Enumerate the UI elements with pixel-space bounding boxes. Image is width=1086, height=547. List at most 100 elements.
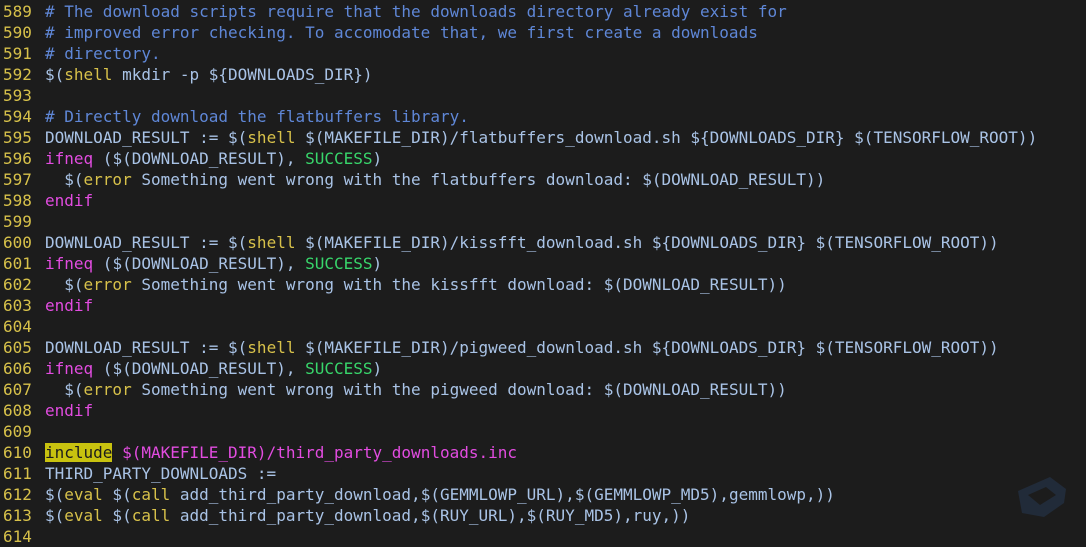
- line-content: $(shell mkdir -p ${DOWNLOADS_DIR}): [43, 65, 373, 84]
- line-number: 606: [3, 359, 32, 378]
- line-number: 590: [3, 23, 32, 42]
- code-token-str: SUCCESS: [305, 254, 373, 273]
- line-content: [43, 317, 45, 336]
- line-content: [43, 527, 45, 546]
- line-number: 614: [3, 527, 32, 546]
- code-line[interactable]: 613 $(eval $(call add_third_party_downloa…: [0, 505, 1086, 526]
- code-token-fn: error: [83, 380, 132, 399]
- code-token-fn: shell: [247, 128, 296, 147]
- code-line[interactable]: 598 endif: [0, 190, 1086, 211]
- line-number: 599: [3, 212, 32, 231]
- code-line[interactable]: 605 DOWNLOAD_RESULT := $(shell $(MAKEFILE…: [0, 337, 1086, 358]
- line-number: 605: [3, 338, 32, 357]
- line-number: 591: [3, 44, 32, 63]
- code-line[interactable]: 589 # The download scripts require that t…: [0, 1, 1086, 22]
- code-token-kw: endif: [45, 401, 94, 420]
- code-token-kw: endif: [45, 191, 94, 210]
- code-token-fn: eval: [64, 506, 103, 525]
- code-line[interactable]: 610 include $(MAKEFILE_DIR)/third_party_d…: [0, 442, 1086, 463]
- code-line[interactable]: 600 DOWNLOAD_RESULT := $(shell $(MAKEFILE…: [0, 232, 1086, 253]
- code-token-str: SUCCESS: [305, 149, 373, 168]
- code-line[interactable]: 591 # directory.: [0, 43, 1086, 64]
- code-token-plain: add_third_party_download,$(RUY_URL),$(RU…: [170, 506, 691, 525]
- line-content: $(eval $(call add_third_party_download,$…: [43, 506, 690, 525]
- line-number: 592: [3, 65, 32, 84]
- line-content: include $(MAKEFILE_DIR)/third_party_down…: [43, 443, 517, 462]
- line-number: 594: [3, 107, 32, 126]
- line-number: 609: [3, 422, 32, 441]
- code-token-fn: error: [83, 170, 132, 189]
- code-line[interactable]: 603 endif: [0, 295, 1086, 316]
- code-token-plain: Something went wrong with the kissfft do…: [131, 275, 787, 294]
- code-line[interactable]: 590 # improved error checking. To accomod…: [0, 22, 1086, 43]
- line-number: 603: [3, 296, 32, 315]
- code-line[interactable]: 614: [0, 526, 1086, 547]
- code-token-plain: ($(DOWNLOAD_RESULT),: [93, 254, 306, 273]
- code-line[interactable]: 608 endif: [0, 400, 1086, 421]
- line-number: 604: [3, 317, 32, 336]
- line-content: DOWNLOAD_RESULT := $(shell $(MAKEFILE_DI…: [43, 338, 999, 357]
- code-token-plain: $(: [45, 65, 65, 84]
- code-token-fn: shell: [64, 65, 113, 84]
- code-token-plain: $(MAKEFILE_DIR)/kissfft_download.sh ${DO…: [295, 233, 999, 252]
- code-line[interactable]: 597 $(error Something went wrong with th…: [0, 169, 1086, 190]
- line-content: [43, 212, 45, 231]
- code-line[interactable]: 612 $(eval $(call add_third_party_downloa…: [0, 484, 1086, 505]
- code-token-plain: ): [372, 254, 383, 273]
- code-token-comment: # The download scripts require that the …: [45, 2, 787, 21]
- code-line[interactable]: 607 $(error Something went wrong with th…: [0, 379, 1086, 400]
- code-line[interactable]: 611 THIRD_PARTY_DOWNLOADS :=: [0, 463, 1086, 484]
- line-content: # directory.: [43, 44, 161, 63]
- code-token-plain: ): [372, 359, 383, 378]
- line-number: 612: [3, 485, 32, 504]
- line-number: 602: [3, 275, 32, 294]
- code-token-plain: $(: [102, 506, 132, 525]
- code-token-kw: ifneq: [45, 254, 94, 273]
- code-token-comment: # Directly download the flatbuffers libr…: [45, 107, 469, 126]
- line-number: 601: [3, 254, 32, 273]
- code-token-plain: ($(DOWNLOAD_RESULT),: [93, 359, 306, 378]
- code-token-kw: ifneq: [45, 149, 94, 168]
- line-number: 593: [3, 86, 32, 105]
- code-token-plain: ($(DOWNLOAD_RESULT),: [93, 149, 306, 168]
- code-token-fn: error: [83, 275, 132, 294]
- line-number: 600: [3, 233, 32, 252]
- line-content: # Directly download the flatbuffers libr…: [43, 107, 469, 126]
- line-number: 595: [3, 128, 32, 147]
- code-line[interactable]: 596 ifneq ($(DOWNLOAD_RESULT), SUCCESS): [0, 148, 1086, 169]
- code-line[interactable]: 599: [0, 211, 1086, 232]
- line-content: THIRD_PARTY_DOWNLOADS :=: [43, 464, 276, 483]
- code-line[interactable]: 602 $(error Something went wrong with th…: [0, 274, 1086, 295]
- code-token-plain: $(: [102, 485, 132, 504]
- code-token-plain: DOWNLOAD_RESULT := $(: [45, 128, 248, 147]
- line-content: endif: [43, 296, 93, 315]
- code-token-plain: Something went wrong with the flatbuffer…: [131, 170, 826, 189]
- code-token-hl: include: [45, 443, 113, 462]
- code-token-fn: shell: [247, 338, 296, 357]
- code-line[interactable]: 601 ifneq ($(DOWNLOAD_RESULT), SUCCESS): [0, 253, 1086, 274]
- code-token-plain: DOWNLOAD_RESULT := $(: [45, 233, 248, 252]
- code-token-plain: THIRD_PARTY_DOWNLOADS :=: [45, 464, 277, 483]
- code-token-kw: ifneq: [45, 359, 94, 378]
- code-line[interactable]: 595 DOWNLOAD_RESULT := $(shell $(MAKEFILE…: [0, 127, 1086, 148]
- code-token-plain: Something went wrong with the pigweed do…: [131, 380, 787, 399]
- line-number: 613: [3, 506, 32, 525]
- line-content: ifneq ($(DOWNLOAD_RESULT), SUCCESS): [43, 359, 382, 378]
- code-line[interactable]: 609: [0, 421, 1086, 442]
- code-token-plain: $(: [45, 380, 84, 399]
- code-line[interactable]: 606 ifneq ($(DOWNLOAD_RESULT), SUCCESS): [0, 358, 1086, 379]
- code-line[interactable]: 592 $(shell mkdir -p ${DOWNLOADS_DIR}): [0, 64, 1086, 85]
- line-content: endif: [43, 401, 93, 420]
- code-token-kw: $(MAKEFILE_DIR)/third_party_downloads.in…: [112, 443, 518, 462]
- code-token-plain: $(MAKEFILE_DIR)/flatbuffers_download.sh …: [295, 128, 1038, 147]
- code-token-plain: $(: [45, 506, 65, 525]
- code-line[interactable]: 604: [0, 316, 1086, 337]
- code-line[interactable]: 593: [0, 85, 1086, 106]
- code-token-plain: $(MAKEFILE_DIR)/pigweed_download.sh ${DO…: [295, 338, 999, 357]
- code-line[interactable]: 594 # Directly download the flatbuffers l…: [0, 106, 1086, 127]
- code-token-plain: mkdir -p ${DOWNLOADS_DIR}): [112, 65, 373, 84]
- line-content: # improved error checking. To accomodate…: [43, 23, 758, 42]
- code-editor[interactable]: 589 # The download scripts require that t…: [0, 0, 1086, 547]
- code-token-plain: ): [372, 149, 383, 168]
- code-token-str: SUCCESS: [305, 359, 373, 378]
